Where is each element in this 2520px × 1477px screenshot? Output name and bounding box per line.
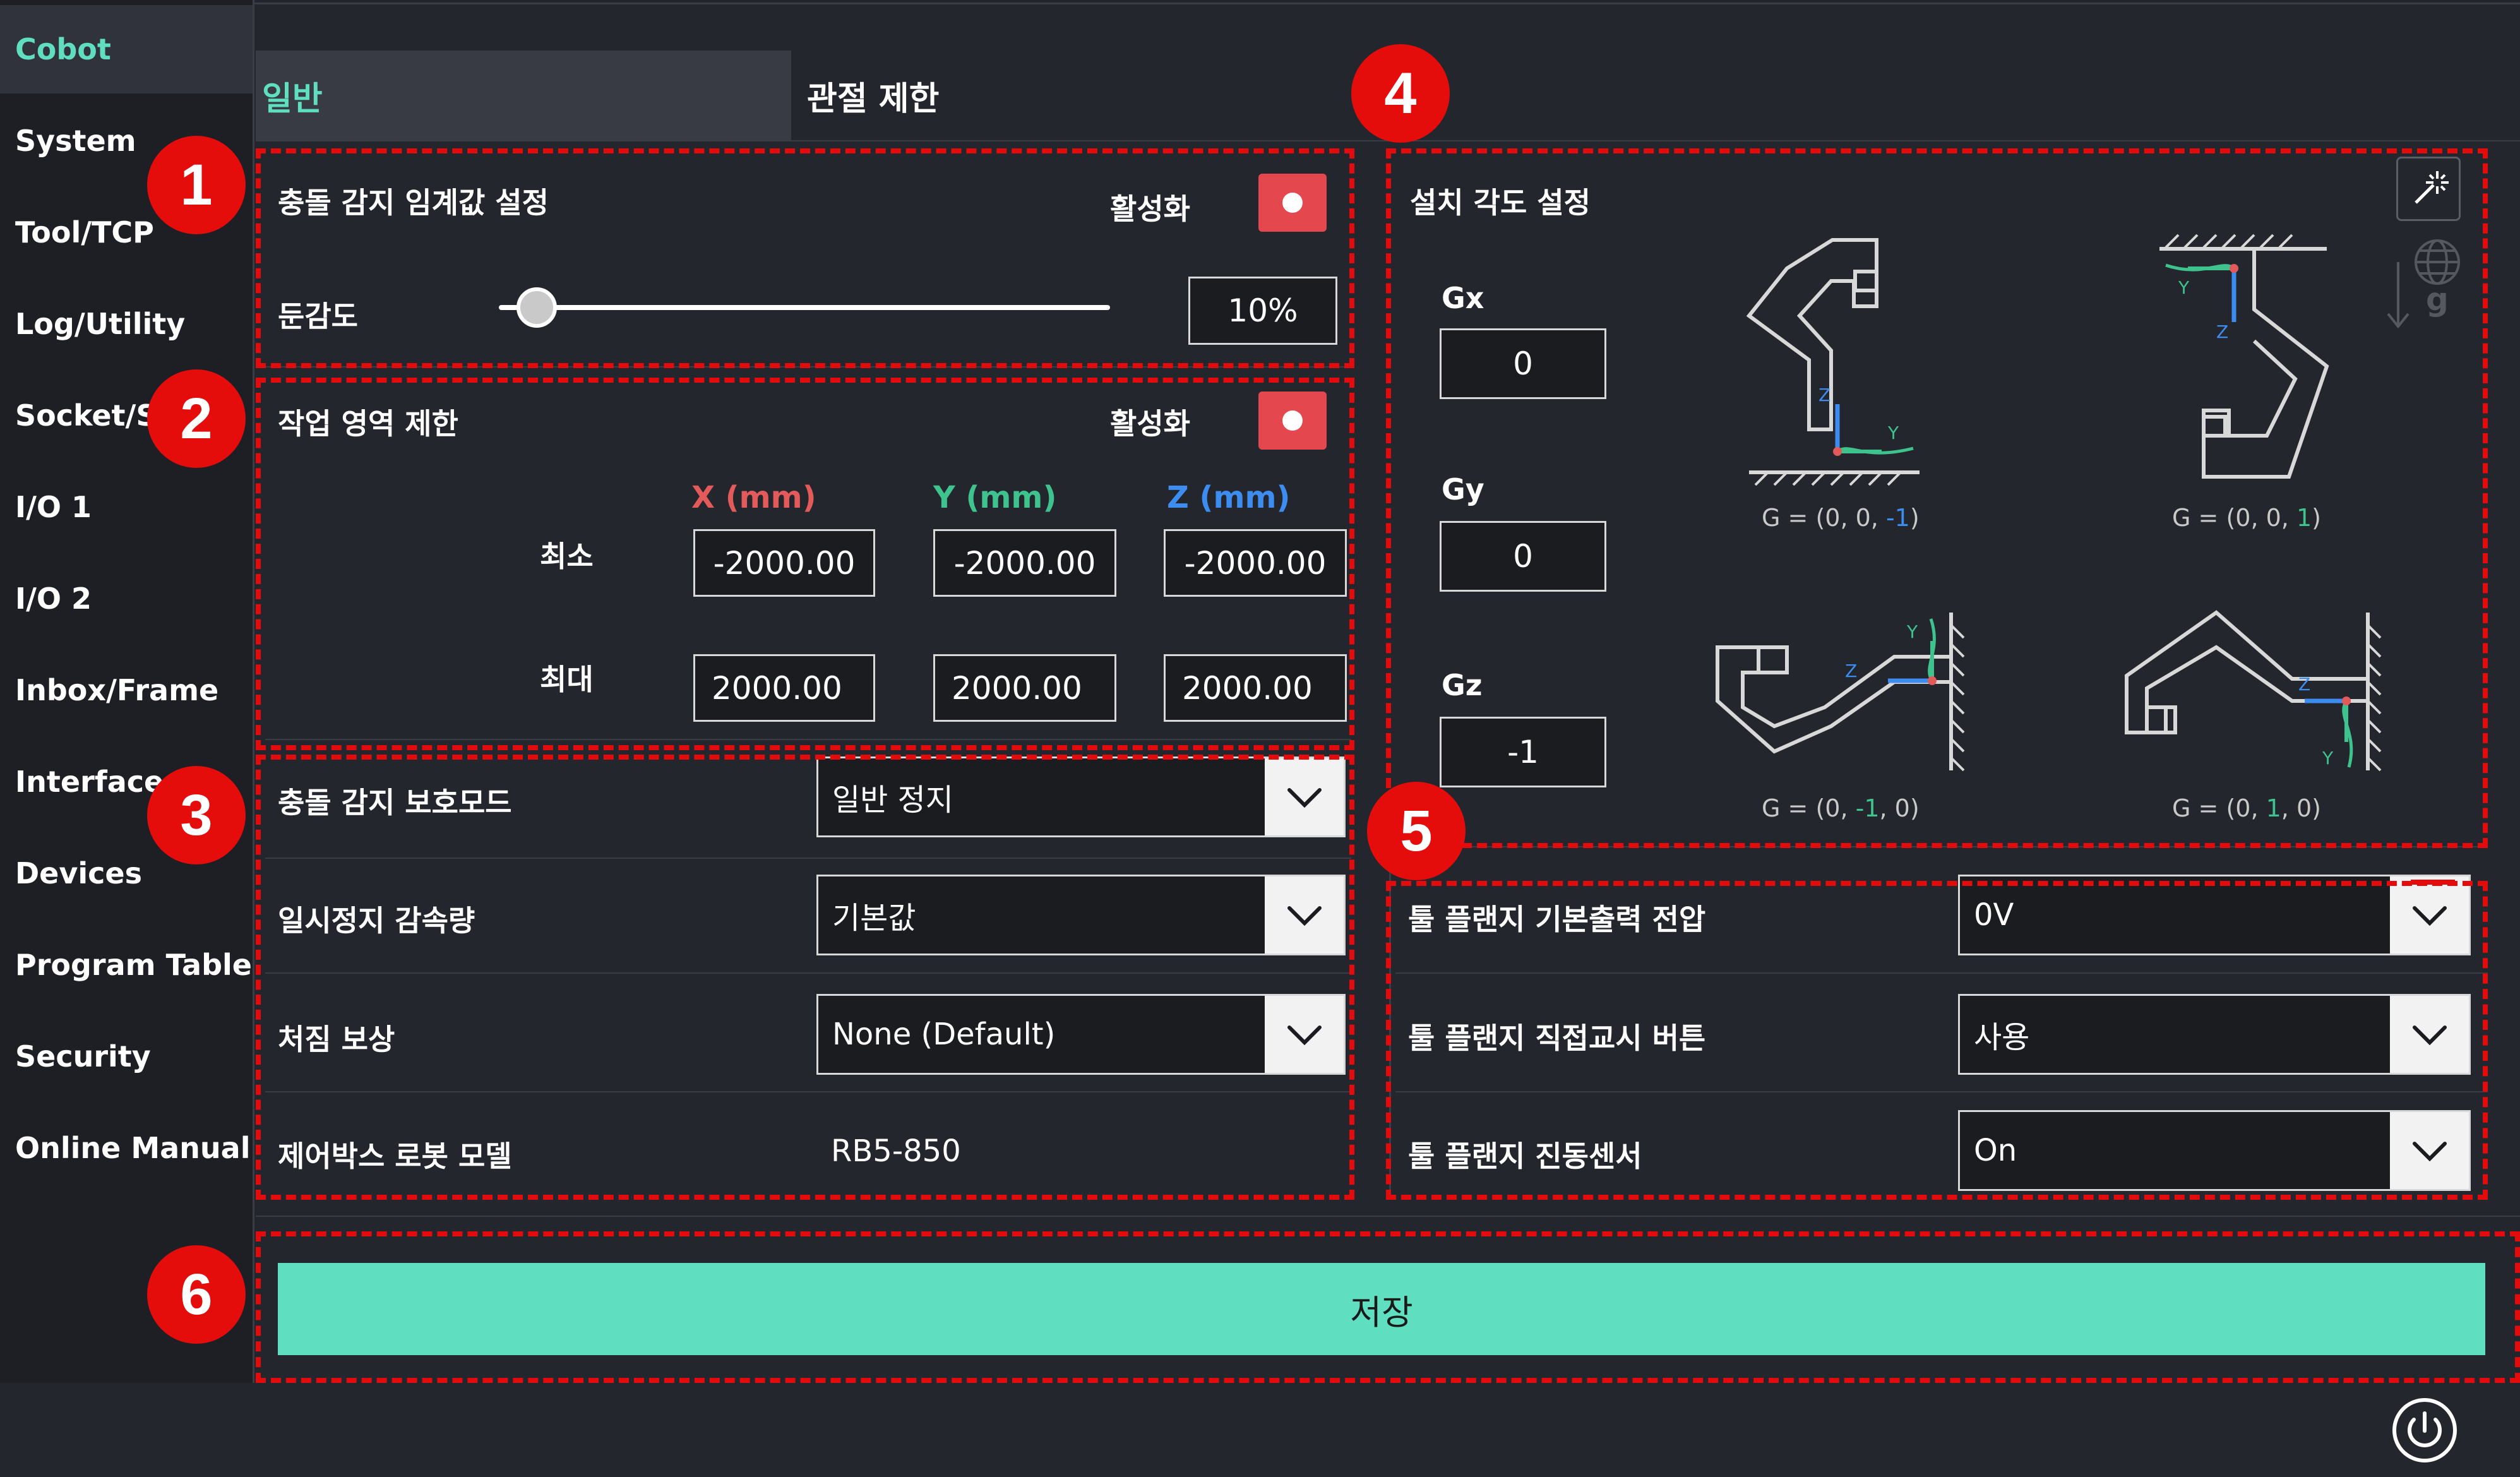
callout-box-2 <box>256 378 1354 750</box>
tab-general[interactable]: 일반 <box>256 51 791 140</box>
callout-box-3 <box>256 755 1354 1200</box>
sidebar-item-log-utility[interactable]: Log/Utility <box>0 280 253 368</box>
sidebar-item-io1[interactable]: I/O 1 <box>0 463 253 551</box>
sidebar-item-io2[interactable]: I/O 2 <box>0 554 253 643</box>
power-icon[interactable] <box>2390 1396 2459 1465</box>
save-divider <box>256 1216 2520 1217</box>
sidebar-item-inbox-frame[interactable]: Inbox/Frame <box>0 646 253 734</box>
callout-box-6 <box>256 1231 2520 1383</box>
callout-mark <box>2411 880 2455 885</box>
tab-joint-limit[interactable]: 관절 제한 <box>807 51 1060 140</box>
callout-box-1 <box>256 148 1354 368</box>
callout-badge-2: 2 <box>147 369 246 468</box>
sidebar-item-cobot[interactable]: Cobot <box>0 5 253 93</box>
sidebar-item-security[interactable]: Security <box>0 1012 253 1101</box>
sidebar-divider <box>253 0 254 1383</box>
sidebar-item-online-manual[interactable]: Online Manual <box>0 1104 253 1192</box>
callout-badge-1: 1 <box>147 136 246 234</box>
callout-box-4 <box>1386 148 2488 848</box>
callout-badge-6: 6 <box>147 1245 246 1344</box>
callout-badge-4: 4 <box>1351 44 1450 143</box>
callout-badge-5: 5 <box>1367 782 1466 880</box>
top-divider <box>253 3 2520 4</box>
sidebar-item-program-table[interactable]: Program Table <box>0 921 253 1009</box>
callout-box-5 <box>1386 881 2488 1200</box>
callout-badge-3: 3 <box>147 766 246 864</box>
bottom-bar <box>0 1383 2520 1477</box>
